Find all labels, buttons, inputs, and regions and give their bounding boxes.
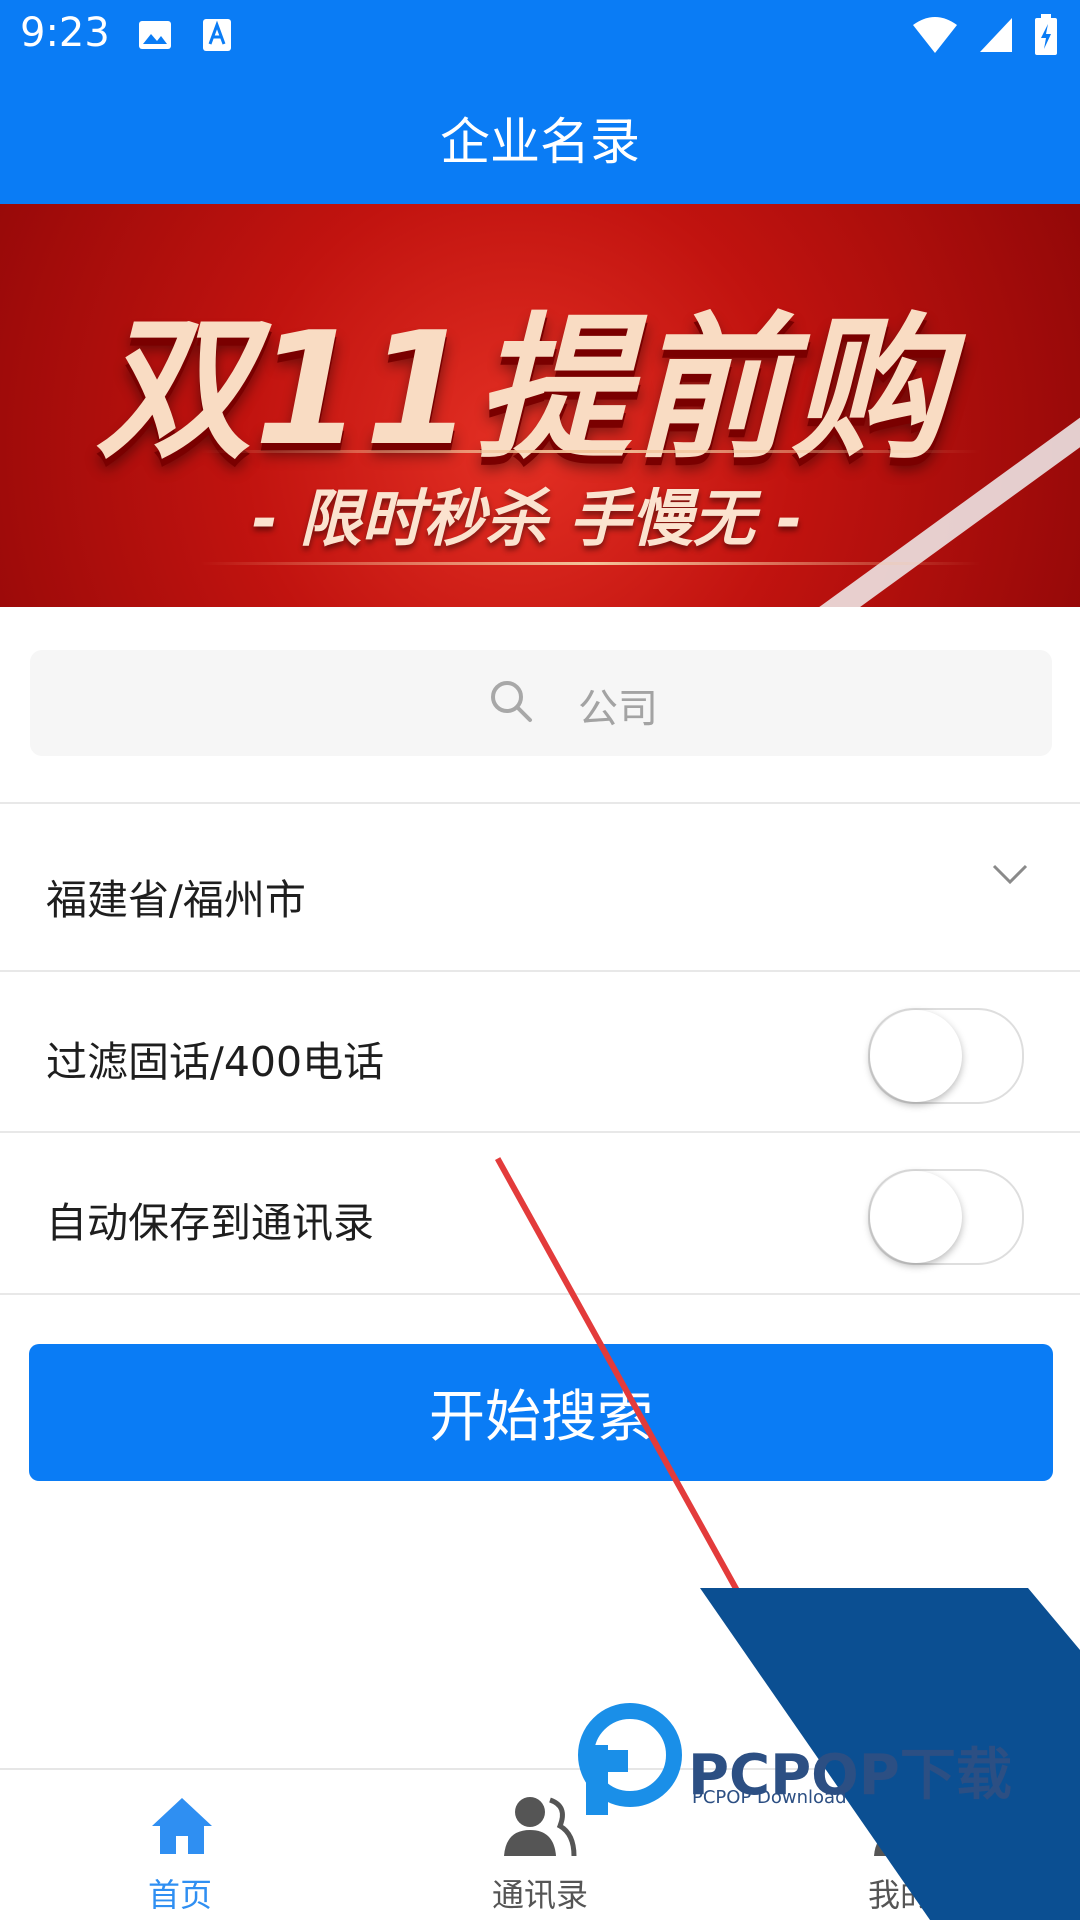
watermark-shape	[578, 1588, 1080, 1920]
watermark-subtitle: PCPOP Download	[692, 1787, 847, 1808]
watermark: PCPOP下载 PCPOP Download	[0, 0, 1080, 1920]
